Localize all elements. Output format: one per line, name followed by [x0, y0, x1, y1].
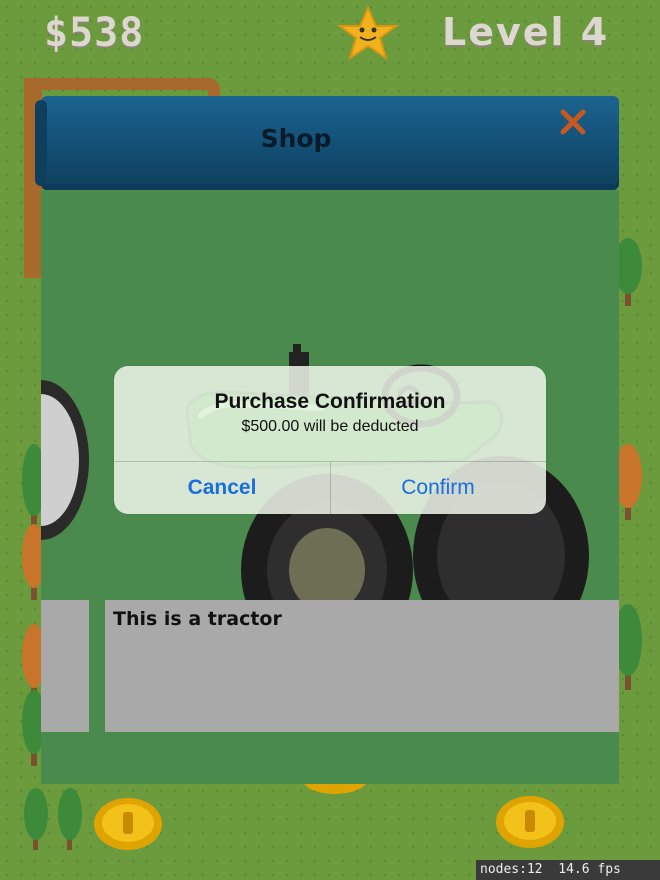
item-description: This is a tractor [113, 608, 282, 630]
close-icon [560, 109, 586, 135]
shop-title: Shop [260, 124, 332, 153]
description-side-panel [41, 600, 89, 732]
level-indicator: Level 4 [442, 10, 610, 54]
close-button[interactable] [555, 104, 591, 140]
money-counter: $538 [44, 10, 145, 56]
dialog-title: Purchase Confirmation [214, 390, 446, 413]
shop-header: Shop [35, 96, 619, 190]
tree-icon [24, 788, 48, 850]
description-box: This is a tractor [105, 600, 619, 732]
star-face-icon[interactable] [330, 6, 406, 60]
tree-icon [58, 788, 82, 850]
cancel-button[interactable]: Cancel [114, 462, 330, 514]
debug-stats: nodes:12 14.6 fps [476, 860, 660, 880]
purchase-confirmation-dialog: Purchase Confirmation $500.00 will be de… [114, 366, 546, 514]
coin-icon[interactable] [92, 796, 164, 852]
dialog-message: $500.00 will be deducted [241, 418, 419, 435]
confirm-button[interactable]: Confirm [330, 462, 546, 514]
coin-icon[interactable] [494, 794, 566, 850]
